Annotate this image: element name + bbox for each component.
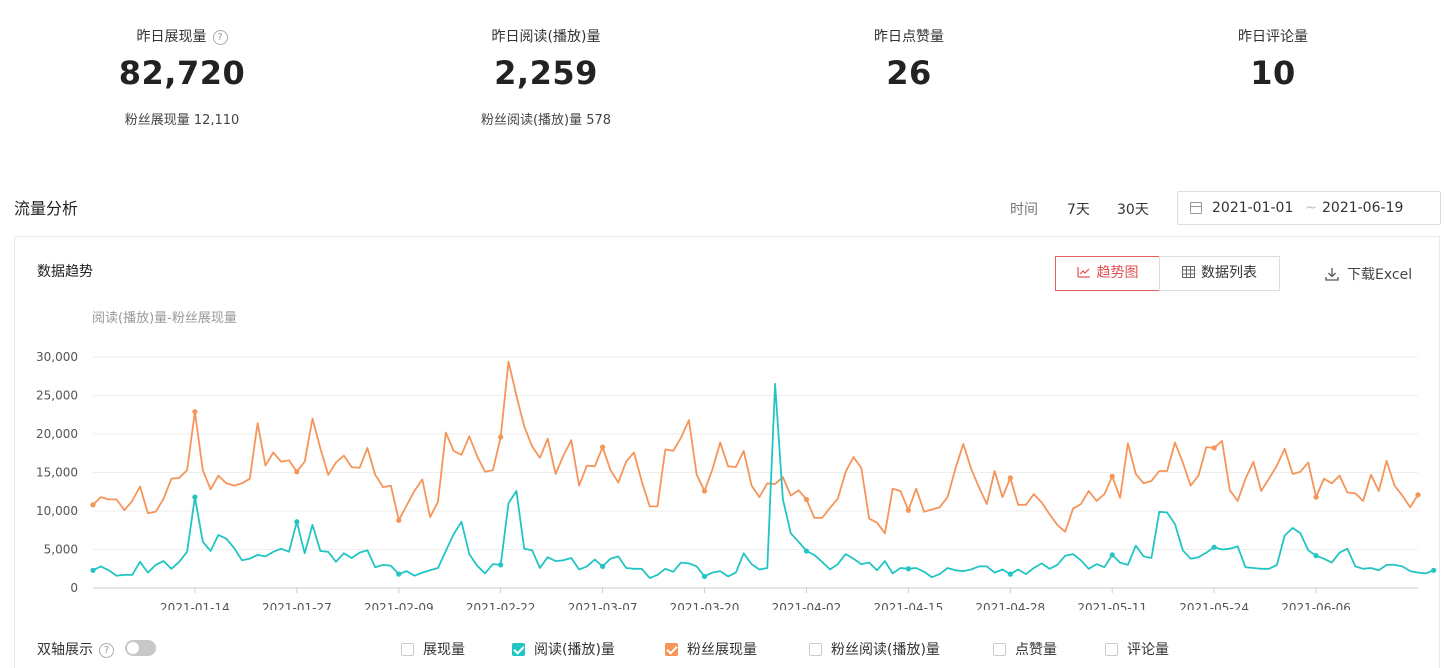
checkbox[interactable] xyxy=(512,643,525,656)
data-point xyxy=(90,502,96,508)
data-point xyxy=(701,488,708,494)
view-toggle: 趋势图 数据列表 xyxy=(1055,256,1280,291)
data-point xyxy=(1313,553,1319,559)
data-point xyxy=(1211,445,1217,451)
data-point xyxy=(1007,571,1013,577)
legend-likes[interactable]: 点赞量 xyxy=(993,639,1057,659)
range-30-days-button[interactable]: 30天 xyxy=(1117,199,1149,219)
checkbox[interactable] xyxy=(809,643,822,656)
data-point xyxy=(90,567,96,573)
y-tick-label: 15,000 xyxy=(36,466,78,480)
data-point xyxy=(1109,552,1115,558)
trend-chart-button[interactable]: 趋势图 xyxy=(1055,256,1160,291)
stat-label: 昨日评论量 xyxy=(1238,29,1308,45)
date-start: 2021-01-01 xyxy=(1212,200,1294,216)
y-tick-label: 30,000 xyxy=(36,350,78,364)
data-point xyxy=(1431,567,1437,573)
data-point xyxy=(294,519,300,525)
download-excel-button[interactable]: 下载Excel xyxy=(1325,264,1412,284)
legend-comments[interactable]: 评论量 xyxy=(1105,639,1169,659)
help-icon[interactable]: ? xyxy=(212,30,228,45)
legend-reads[interactable]: 阅读(播放)量 xyxy=(512,639,615,659)
series-line xyxy=(92,360,1419,535)
legend-row: 双轴展示? 展现量 阅读(播放)量 粉丝展现量 粉丝阅读(播放)量 点赞量 评论… xyxy=(0,636,1444,664)
stat-sub: 粉丝展现量 12,110 xyxy=(124,113,240,128)
stats-bar: 昨日展现量? 82,720 粉丝展现量 12,110 昨日阅读(播放)量 2,2… xyxy=(0,0,1444,150)
x-tick-label: 2021-03-20 xyxy=(670,601,740,610)
data-point xyxy=(1109,473,1115,479)
y-tick-label: 20,000 xyxy=(36,427,78,441)
series-line xyxy=(92,383,1435,579)
y-tick-label: 25,000 xyxy=(36,389,78,403)
checkbox[interactable] xyxy=(1105,643,1118,656)
data-point xyxy=(803,496,810,503)
data-point xyxy=(192,494,198,500)
trend-icon xyxy=(1076,267,1090,278)
legend-fan-impressions[interactable]: 粉丝展现量 xyxy=(665,639,757,659)
data-point xyxy=(600,563,606,570)
x-tick-label: 2021-06-06 xyxy=(1281,601,1351,610)
chart-title: 阅读(播放)量-粉丝展现量 xyxy=(92,311,237,326)
dual-axis-switch[interactable] xyxy=(125,640,156,656)
dual-axis-label: 双轴展示? xyxy=(37,639,114,659)
x-tick-label: 2021-04-15 xyxy=(874,601,944,610)
x-tick-label: 2021-02-09 xyxy=(364,601,434,610)
download-icon xyxy=(1325,268,1339,281)
data-point xyxy=(600,444,606,450)
y-tick-label: 10,000 xyxy=(36,504,78,518)
data-point xyxy=(1415,492,1421,498)
x-tick-label: 2021-04-28 xyxy=(975,601,1045,610)
stat-value: 82,720 xyxy=(118,54,246,92)
data-point xyxy=(498,434,504,440)
calendar-icon xyxy=(1190,202,1202,214)
data-point xyxy=(701,573,708,580)
legend-fan-reads[interactable]: 粉丝阅读(播放)量 xyxy=(809,639,940,659)
x-tick-label: 2021-03-07 xyxy=(568,601,638,610)
legend-impressions[interactable]: 展现量 xyxy=(401,639,465,659)
data-point xyxy=(1313,494,1319,500)
data-point xyxy=(1007,475,1013,481)
data-point xyxy=(905,507,911,513)
data-table-button[interactable]: 数据列表 xyxy=(1159,256,1280,291)
data-point xyxy=(396,517,402,523)
table-icon xyxy=(1182,266,1195,278)
y-tick-label: 0 xyxy=(70,581,78,595)
section-title: 流量分析 xyxy=(14,199,79,218)
date-separator: ~ xyxy=(1305,200,1317,216)
trend-chart: 阅读(播放)量-粉丝展现量 0 5,000 10,000 15,000 20,000 25,… xyxy=(36,311,1437,610)
stat-label: 昨日展现量? xyxy=(32,26,332,46)
x-tick-label: 2021-05-11 xyxy=(1077,601,1147,610)
date-range-picker[interactable]: 2021-01-01 ~ 2021-06-19 xyxy=(1177,191,1441,225)
x-tick-label: 2021-05-24 xyxy=(1179,601,1249,610)
date-end: 2021-06-19 xyxy=(1322,200,1404,216)
stat-value: 26 xyxy=(886,54,932,92)
data-point xyxy=(294,469,300,475)
stat-label: 昨日点赞量 xyxy=(874,29,944,45)
y-tick-label: 5,000 xyxy=(44,543,78,557)
stat-label: 昨日阅读(播放)量 xyxy=(491,29,601,45)
data-point xyxy=(192,409,198,415)
x-tick-label: 2021-01-27 xyxy=(262,601,332,610)
checkbox[interactable] xyxy=(665,643,678,656)
x-tick-label: 2021-02-22 xyxy=(466,601,536,610)
data-point xyxy=(1211,544,1217,550)
data-point xyxy=(396,571,402,577)
data-point xyxy=(803,548,810,554)
x-tick-label: 2021-04-02 xyxy=(772,601,842,610)
x-tick-label: 2021-01-14 xyxy=(160,601,230,610)
data-point xyxy=(498,562,504,568)
time-label: 时间 xyxy=(1010,202,1038,218)
panel-title: 数据趋势 xyxy=(37,264,93,280)
stat-value: 10 xyxy=(1250,54,1296,92)
help-icon[interactable]: ? xyxy=(99,643,114,658)
stat-value: 2,259 xyxy=(494,54,598,92)
checkbox[interactable] xyxy=(401,643,414,656)
range-7-days-button[interactable]: 7天 xyxy=(1067,199,1090,219)
checkbox[interactable] xyxy=(993,643,1006,656)
stat-sub: 粉丝阅读(播放)量 578 xyxy=(480,113,612,128)
data-point xyxy=(905,566,911,572)
